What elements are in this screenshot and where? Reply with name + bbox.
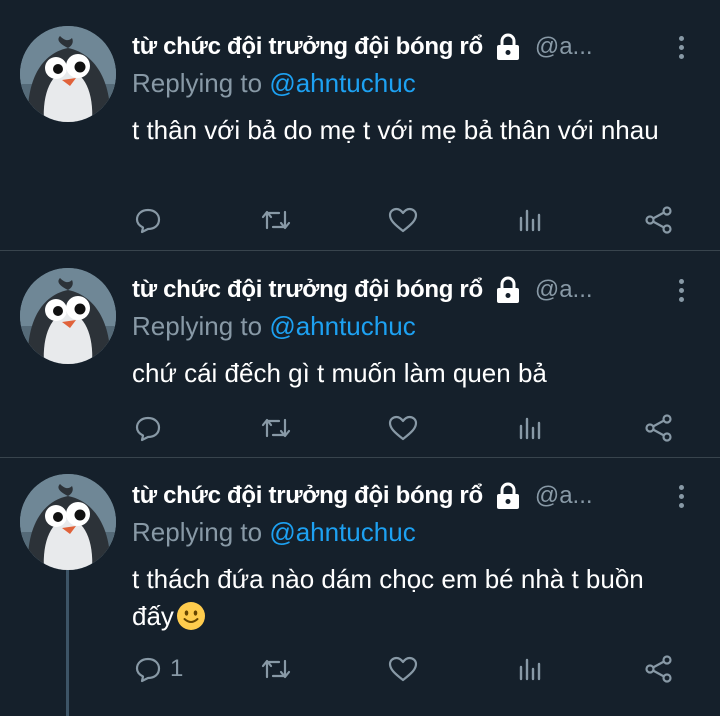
comment-icon: [135, 208, 161, 234]
tweet-text: t thân với bả do mẹ t với mẹ bả thân với…: [132, 115, 659, 145]
retweet-button[interactable]: [260, 649, 292, 689]
share-icon: [645, 206, 672, 234]
retweet-icon: [261, 659, 291, 679]
avatar[interactable]: [20, 474, 116, 570]
slightly-smiling-face-emoji: [176, 602, 205, 630]
like-button[interactable]: [388, 408, 418, 448]
analytics-button[interactable]: [518, 408, 544, 448]
tweet-header: từ chức đội trưởng đội bóng rổ @a...: [132, 479, 644, 513]
replying-to-label: Replying to: [132, 517, 270, 547]
replying-to-label: Replying to: [132, 311, 270, 341]
retweet-icon: [261, 210, 291, 230]
tweet[interactable]: từ chức đội trưởng đội bóng rổ @a... Rep…: [0, 0, 720, 251]
comment-icon: [135, 416, 161, 442]
replying-to-mention[interactable]: @ahntuchuc: [269, 311, 415, 341]
tweet-actions: [0, 200, 720, 240]
tweet[interactable]: từ chức đội trưởng đội bóng rổ @a... Rep…: [0, 251, 720, 458]
replying-to: Replying to @ahntuchuc: [132, 311, 416, 342]
display-name[interactable]: từ chức đội trưởng đội bóng rổ: [132, 276, 483, 304]
like-button[interactable]: [388, 649, 418, 689]
retweet-button[interactable]: [260, 408, 292, 448]
tweet-text: chứ cái đếch gì t muốn làm quen bả: [132, 358, 547, 388]
tweet-header: từ chức đội trưởng đội bóng rổ @a...: [132, 273, 644, 307]
analytics-icon: [519, 209, 541, 232]
retweet-button[interactable]: [260, 200, 292, 240]
user-handle[interactable]: @a...: [535, 482, 593, 510]
more-vertical-icon[interactable]: [676, 279, 686, 303]
share-button[interactable]: [644, 408, 674, 448]
share-icon: [645, 655, 672, 683]
avatar[interactable]: [20, 268, 116, 364]
lock-icon: [496, 276, 519, 303]
tweet-header: từ chức đội trưởng đội bóng rổ @a...: [132, 30, 644, 64]
tweet-text: t thách đứa nào dám chọc em bé nhà t buồ…: [132, 561, 680, 635]
display-name[interactable]: từ chức đội trưởng đội bóng rổ: [132, 33, 483, 61]
replying-to-mention[interactable]: @ahntuchuc: [269, 68, 415, 98]
heart-icon: [388, 415, 418, 441]
tweet[interactable]: từ chức đội trưởng đội bóng rổ @a... Rep…: [0, 458, 720, 716]
reply-button[interactable]: [134, 408, 170, 448]
reply-count: 1: [170, 655, 184, 682]
replying-to: Replying to @ahntuchuc: [132, 68, 416, 99]
more-vertical-icon[interactable]: [676, 36, 686, 60]
replying-to: Replying to @ahntuchuc: [132, 517, 416, 548]
replying-to-mention[interactable]: @ahntuchuc: [269, 517, 415, 547]
comment-icon: [135, 657, 161, 683]
replying-to-label: Replying to: [132, 68, 270, 98]
share-icon: [645, 414, 672, 442]
thread-line: [66, 570, 69, 716]
share-button[interactable]: [644, 649, 674, 689]
reply-button[interactable]: 1: [134, 649, 183, 689]
display-name[interactable]: từ chức đội trưởng đội bóng rổ: [132, 482, 483, 510]
analytics-button[interactable]: [518, 200, 544, 240]
reply-button[interactable]: [134, 200, 170, 240]
more-vertical-icon[interactable]: [676, 485, 686, 509]
analytics-button[interactable]: [518, 649, 544, 689]
lock-icon: [496, 33, 519, 60]
heart-icon: [388, 656, 418, 682]
like-button[interactable]: [388, 200, 418, 240]
tweet-text-content: t thách đứa nào dám chọc em bé nhà t buồ…: [132, 564, 644, 631]
analytics-icon: [519, 658, 541, 681]
retweet-icon: [261, 418, 291, 438]
user-handle[interactable]: @a...: [535, 276, 593, 304]
tweet-actions: 1: [0, 649, 720, 689]
tweet-actions: [0, 408, 720, 448]
heart-icon: [388, 207, 418, 233]
share-button[interactable]: [644, 200, 674, 240]
analytics-icon: [519, 417, 541, 440]
lock-icon: [496, 482, 519, 509]
avatar[interactable]: [20, 26, 116, 122]
user-handle[interactable]: @a...: [535, 33, 593, 61]
